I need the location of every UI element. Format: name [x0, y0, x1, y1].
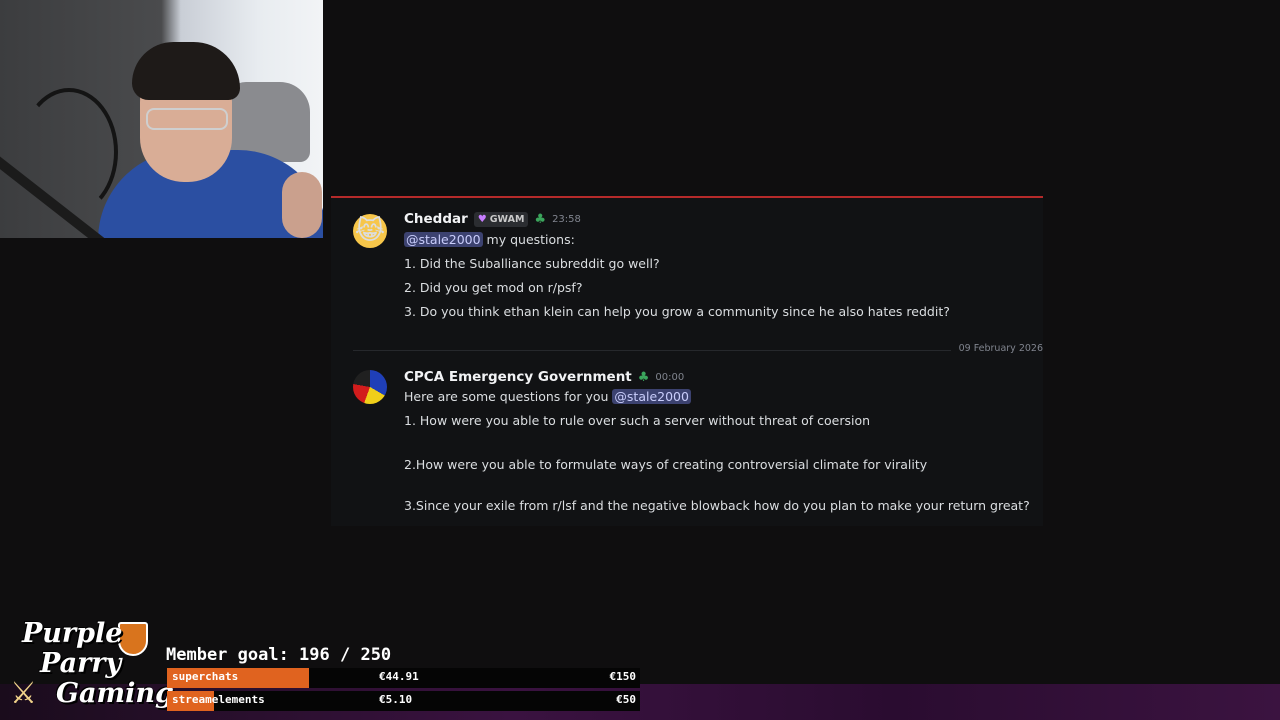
message-line: 1. Did the Suballiance subreddit go well… — [404, 256, 660, 271]
channel-logo: ⚔ Purple Parry Gaming — [6, 618, 174, 716]
user-avatar[interactable] — [353, 370, 387, 404]
message-timestamp[interactable]: 23:58 — [552, 214, 581, 225]
goal-bar-label: superchats — [172, 670, 239, 683]
user-mention[interactable]: @stale2000 — [612, 389, 691, 404]
goal-bar-max: €150 — [609, 670, 637, 683]
user-mention[interactable]: @stale2000 — [404, 232, 483, 247]
message-text: Here are some questions for you — [404, 389, 613, 404]
message-line: 2. Did you get mod on r/psf? — [404, 280, 583, 295]
member-goal-title: Member goal: 196 / 250 — [166, 645, 392, 665]
server-tag-label: GWAM — [489, 213, 525, 225]
logo-line-2: Parry — [40, 648, 122, 679]
goal-bar-value: €5.10 — [379, 693, 413, 706]
discord-chat-panel: 😹 Cheddar ♥ GWAM ♣ 23:58 @stale2000 my q… — [331, 196, 1043, 526]
goal-bar-max: €50 — [616, 693, 636, 706]
message-timestamp[interactable]: 00:00 — [655, 372, 684, 383]
heart-icon: ♥ — [477, 213, 487, 225]
webcam-feed — [0, 0, 323, 238]
message-line: @stale2000 my questions: — [404, 232, 575, 247]
role-badge-icon[interactable]: ♣ — [534, 212, 546, 227]
goal-bar-value: €44.91 — [379, 670, 419, 683]
username[interactable]: Cheddar — [404, 211, 468, 227]
date-separator: 09 February 2026 — [950, 343, 1043, 354]
shield-flame-icon — [118, 622, 148, 656]
message-line: 2.How were you able to formulate ways of… — [404, 457, 928, 472]
goal-bar-label: streamelements — [172, 693, 265, 706]
webcam-hand — [282, 172, 322, 238]
logo-line-3: Gaming — [56, 678, 174, 709]
webcam-glasses — [146, 108, 228, 130]
webcam-person-hair — [132, 42, 240, 100]
message-line: Here are some questions for you @stale20… — [404, 389, 691, 404]
user-avatar[interactable]: 😹 — [353, 214, 387, 248]
server-tag[interactable]: ♥ GWAM — [473, 211, 529, 227]
message-text: my questions: — [482, 232, 575, 247]
logo-line-1: Purple — [22, 618, 123, 649]
message-line: 3.Since your exile from r/lsf and the ne… — [404, 498, 1030, 513]
crossed-swords-icon: ⚔ — [10, 676, 37, 711]
message-line: 1. How were you able to rule over such a… — [404, 413, 871, 428]
superchats-goal-bar: superchats €44.91 €150 — [167, 668, 640, 688]
message-header: Cheddar ♥ GWAM ♣ 23:58 — [404, 211, 581, 227]
message-line: 3. Do you think ethan klein can help you… — [404, 304, 950, 319]
role-badge-icon[interactable]: ♣ — [638, 370, 650, 385]
date-divider-line — [353, 350, 1043, 351]
message-header: CPCA Emergency Government ♣ 00:00 — [404, 369, 684, 385]
streamelements-goal-bar: streamelements €5.10 €50 — [167, 691, 640, 711]
cat-emoji-icon: 😹 — [354, 216, 386, 246]
username[interactable]: CPCA Emergency Government — [404, 369, 632, 385]
